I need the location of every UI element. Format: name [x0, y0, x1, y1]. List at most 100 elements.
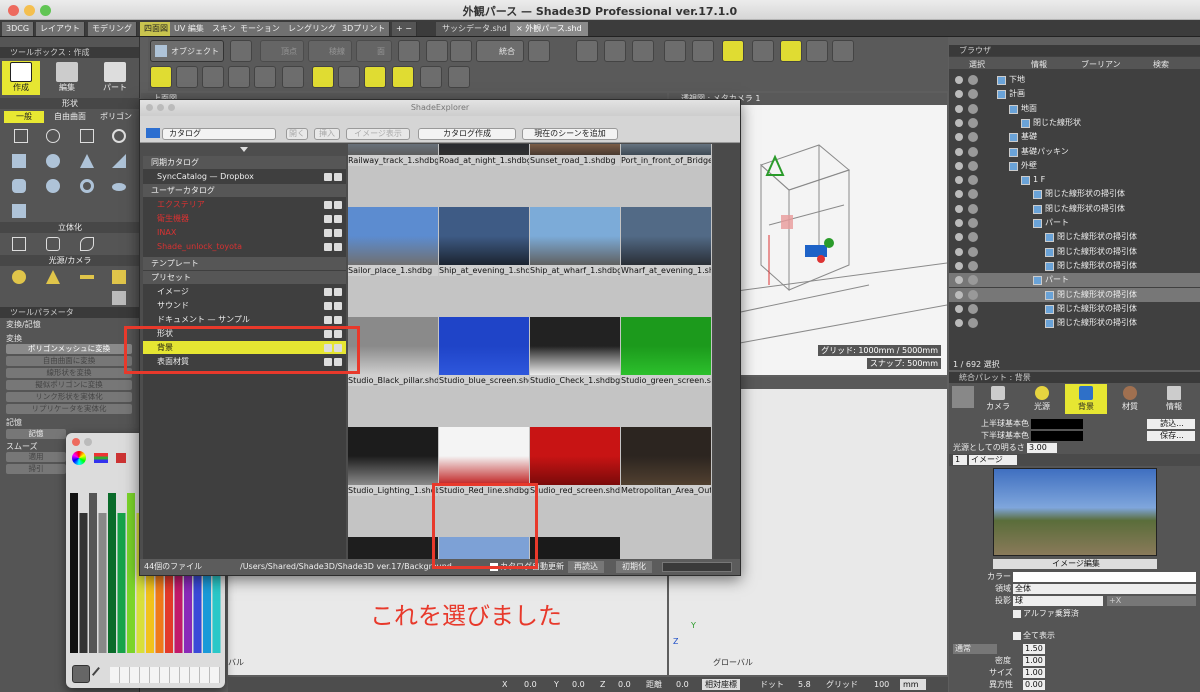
insert-button[interactable]: 挿入	[314, 128, 340, 140]
background-thumbnail[interactable]: Metropolitan_Area_Oute	[621, 427, 711, 496]
visibility-icon[interactable]	[955, 147, 963, 156]
browser-tree-row[interactable]: 閉じた線形状の掃引体	[949, 316, 1200, 330]
tab-general[interactable]: 一般	[4, 111, 44, 123]
browser-tree-row[interactable]: 閉じた線形状の掃引体	[949, 245, 1200, 259]
visibility-icon[interactable]	[955, 90, 963, 99]
convert-line-button[interactable]: 線形状を変換	[6, 368, 132, 378]
visibility-icon[interactable]	[955, 104, 963, 113]
catalog-item[interactable]: Shade_unlock_toyota	[143, 240, 346, 253]
lock-toggle-icon[interactable]	[968, 117, 978, 128]
browser-tree-row[interactable]: 1 F	[949, 173, 1200, 187]
head-button[interactable]	[806, 40, 828, 62]
background-thumbnail[interactable]: Studio_Black_pillar.shdb	[348, 317, 438, 386]
square-outline-icon[interactable]	[80, 129, 94, 143]
capsule-icon[interactable]	[46, 179, 60, 193]
browser-tree-row[interactable]: パート	[949, 216, 1200, 230]
node-button[interactable]	[338, 66, 360, 88]
background-thumbnail[interactable]: Studio_green_screen.sh	[621, 317, 711, 386]
xz-plane-button[interactable]	[692, 40, 714, 62]
sync-icon[interactable]	[324, 215, 332, 223]
tab-camera[interactable]: カメラ	[977, 384, 1019, 414]
tab-add-remove[interactable]: + −	[392, 22, 417, 36]
lock-toggle-icon[interactable]	[968, 275, 978, 286]
realize-link-button[interactable]: リンク形状を実体化	[6, 392, 132, 402]
shaded-button[interactable]	[176, 66, 198, 88]
visibility-icon[interactable]	[955, 190, 963, 199]
density-value[interactable]: 1.00	[1023, 656, 1045, 666]
visibility-icon[interactable]	[955, 233, 963, 242]
upper-color-swatch[interactable]	[1031, 419, 1083, 429]
anisotropy-value[interactable]: 0.00	[1023, 680, 1045, 690]
select-rect-button[interactable]	[398, 40, 420, 62]
browser-tree-row[interactable]: 閉じた線形状の掃引体	[949, 202, 1200, 216]
visibility-icon[interactable]	[955, 133, 963, 142]
spot-light-icon[interactable]	[46, 270, 60, 284]
unit-select[interactable]: mm	[900, 679, 926, 690]
lock-toggle-icon[interactable]	[968, 318, 978, 329]
edit-icon[interactable]	[334, 302, 342, 310]
catalog-item[interactable]: INAX	[143, 226, 346, 239]
visibility-icon[interactable]	[955, 276, 963, 285]
sync-icon[interactable]	[324, 201, 332, 209]
browser-tree-row[interactable]: 閉じた線形状の掃引体	[949, 302, 1200, 316]
current-color-swatch[interactable]	[72, 665, 90, 683]
convert-pseudo-polygon-button[interactable]: 擬似ポリゴンに変換	[6, 380, 132, 390]
tab-select[interactable]: 選択	[969, 59, 985, 70]
background-thumbnail[interactable]: Sailor_place_1.shdbg	[348, 207, 438, 276]
sync-icon[interactable]	[324, 229, 332, 237]
background-thumbnail[interactable]	[530, 537, 620, 561]
convert-to-polygon-mesh-button[interactable]: ポリゴンメッシュに変換	[6, 344, 132, 354]
slider-track[interactable]	[662, 562, 732, 572]
align-button[interactable]	[632, 40, 654, 62]
tab-search[interactable]: 検索	[1153, 59, 1169, 70]
torus-icon[interactable]	[80, 179, 94, 193]
picker-close-button[interactable]	[72, 438, 80, 446]
sphere-icon[interactable]	[46, 154, 60, 168]
browser-tree-row[interactable]: 基礎	[949, 130, 1200, 144]
background-thumbnail[interactable]: Road_at_night_1.shdbg	[439, 144, 529, 166]
edge-mode-button[interactable]: 稜線	[308, 40, 352, 62]
disc-icon[interactable]	[112, 183, 126, 191]
wedge-icon[interactable]	[112, 154, 126, 168]
show-all-checkbox[interactable]	[1013, 632, 1021, 640]
background-thumbnail[interactable]: Ship_at_evening_1.shdbg	[439, 207, 529, 276]
sweep-button[interactable]: 掃引	[6, 464, 66, 474]
create-catalog-button[interactable]: カタログ作成	[418, 128, 516, 140]
memory-button[interactable]: 記憶	[6, 429, 66, 439]
catalog-row-icons[interactable]	[322, 242, 342, 255]
vr-button[interactable]	[832, 40, 854, 62]
browser-tree-row[interactable]: 外壁	[949, 159, 1200, 173]
catalog-item[interactable]: 衛生機器	[143, 212, 346, 225]
tab-free-surface[interactable]: 自由曲面	[48, 111, 92, 123]
background-thumbnail[interactable]: Studio_blue_screen.shd	[439, 317, 529, 386]
background-thumbnail[interactable]	[621, 537, 711, 561]
face-mode-button[interactable]: 面	[356, 40, 392, 62]
tab-layout[interactable]: レイアウト	[36, 22, 85, 36]
catalog-section-header[interactable]: テンプレート	[143, 257, 346, 270]
object-mode-button[interactable]: オブジェクト	[150, 40, 224, 62]
lock-toggle-icon[interactable]	[968, 132, 978, 143]
lock-toggle-icon[interactable]	[968, 203, 978, 214]
tab-four-view[interactable]: 四面図	[140, 22, 173, 36]
alpha-checkbox[interactable]	[1013, 610, 1021, 618]
tab-modeling[interactable]: モデリング	[88, 22, 137, 36]
snap-toggle-button[interactable]	[364, 66, 386, 88]
edit-icon[interactable]	[334, 229, 342, 237]
shape-toggle-button[interactable]	[392, 66, 414, 88]
create-tool-button[interactable]: 作成	[2, 61, 40, 95]
browser-tree-row[interactable]: 閉じた線形状	[949, 116, 1200, 130]
size-value[interactable]: 1.00	[1023, 668, 1045, 678]
browser-tree-row[interactable]: 基礎パッキン	[949, 145, 1200, 159]
reset-button[interactable]: 初期化	[616, 561, 652, 573]
coord-mode-select[interactable]: 相対座標	[702, 679, 740, 690]
rect-icon[interactable]	[14, 129, 28, 143]
tab-3dcg[interactable]: 3DCG	[2, 22, 35, 36]
catalog-item[interactable]: ドキュメント — サンプル	[143, 313, 346, 326]
background-thumbnail[interactable]: Port_in_front_of_Bridge	[621, 144, 711, 166]
browser-tree-row[interactable]: 閉じた線形状の掃引体	[949, 259, 1200, 273]
close-icon-button[interactable]	[448, 66, 470, 88]
render-camera-button[interactable]	[230, 40, 252, 62]
area-select[interactable]: 全体	[1013, 584, 1196, 594]
visibility-icon[interactable]	[955, 118, 963, 127]
column-icon[interactable]	[12, 204, 26, 218]
